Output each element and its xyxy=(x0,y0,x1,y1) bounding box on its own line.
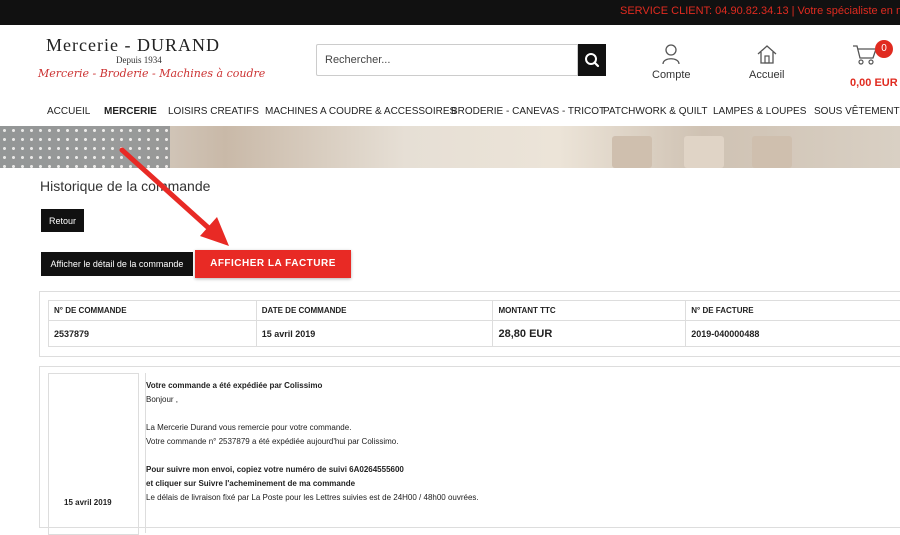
annotation-arrow xyxy=(0,0,900,514)
